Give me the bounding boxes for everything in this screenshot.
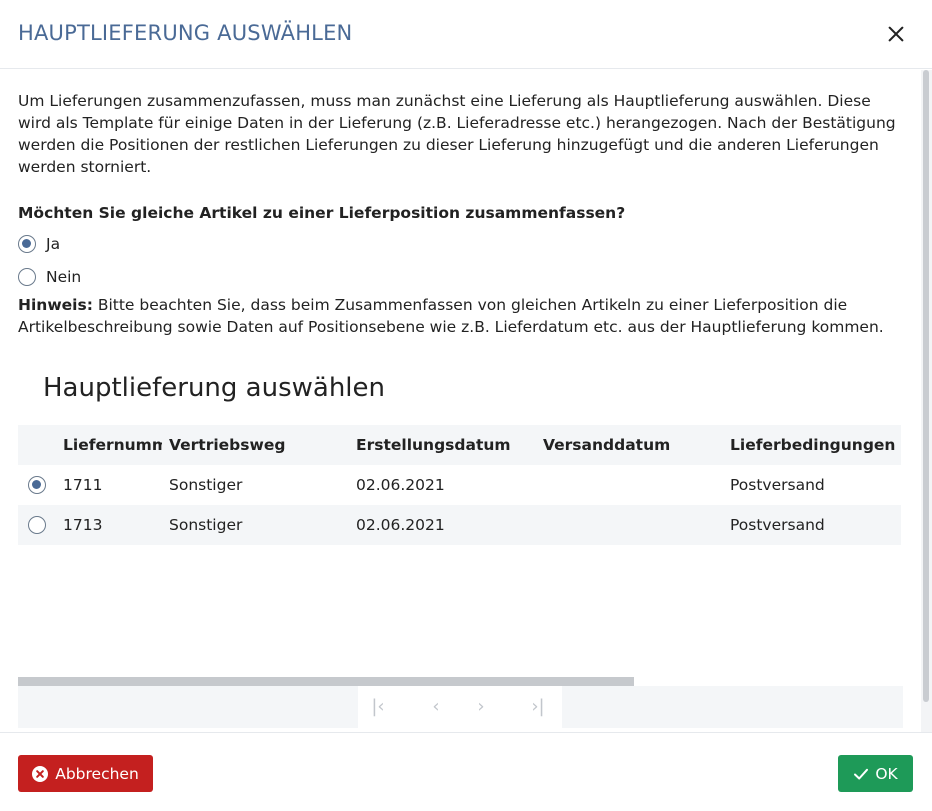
cancel-button-label: Abbrechen xyxy=(55,764,139,783)
dialog: HAUPTLIEFERUNG AUSWÄHLEN Um Lieferungen … xyxy=(0,0,932,811)
radio-label-nein: Nein xyxy=(46,268,82,286)
cell-lieferbedingungen: Postversand xyxy=(730,516,825,534)
cell-erstellungsdatum: 02.06.2021 xyxy=(356,476,445,494)
cell-versanddatum xyxy=(543,465,723,505)
header-erstellungsdatum[interactable]: Erstellungsdatum xyxy=(356,425,536,465)
next-page-icon[interactable]: › xyxy=(471,697,491,717)
intro-text: Um Lieferungen zusammenzufassen, muss ma… xyxy=(18,92,896,176)
hint-body: Bitte beachten Sie, dass beim Zusammenfa… xyxy=(18,296,884,336)
dialog-header: HAUPTLIEFERUNG AUSWÄHLEN xyxy=(0,0,932,69)
radio-option-nein[interactable]: Nein xyxy=(18,266,81,288)
delivery-table: Liefernumm Vertriebsweg Erstellungsdatum… xyxy=(18,425,901,545)
hint-text: Hinweis: Bitte beachten Sie, dass beim Z… xyxy=(18,294,908,338)
row-radio-button[interactable] xyxy=(28,476,46,494)
ok-button[interactable]: OK xyxy=(838,755,913,792)
radio-label-ja: Ja xyxy=(46,235,61,253)
check-icon xyxy=(854,768,869,779)
cell-vertriebsweg: Sonstiger xyxy=(169,476,243,494)
section-title: Hauptlieferung auswählen xyxy=(43,373,385,403)
hint-label: Hinweis: xyxy=(18,296,93,314)
horizontal-scrollbar[interactable] xyxy=(18,677,634,686)
pager: |‹ ‹ › ›| xyxy=(18,686,903,728)
cell-lieferbedingungen: Postversand xyxy=(730,476,825,494)
close-icon[interactable] xyxy=(884,22,908,46)
cell-versanddatum xyxy=(543,505,723,545)
pager-controls: |‹ ‹ › ›| xyxy=(358,686,562,728)
cell-erstellungsdatum: 02.06.2021 xyxy=(356,516,445,534)
header-vertriebsweg[interactable]: Vertriebsweg xyxy=(169,425,349,465)
header-versanddatum[interactable]: Versanddatum xyxy=(543,425,723,465)
vertical-scrollbar-thumb[interactable] xyxy=(923,70,929,702)
prev-page-icon[interactable]: ‹ xyxy=(426,697,446,717)
cancel-button[interactable]: Abbrechen xyxy=(18,755,153,792)
table-header: Liefernumm Vertriebsweg Erstellungsdatum… xyxy=(18,425,901,465)
dialog-title: HAUPTLIEFERUNG AUSWÄHLEN xyxy=(18,21,353,45)
header-liefernummer[interactable]: Liefernumm xyxy=(63,425,162,465)
cancel-icon xyxy=(32,765,49,782)
radio-option-ja[interactable]: Ja xyxy=(18,233,60,255)
merge-question: Möchten Sie gleiche Artikel zu einer Lie… xyxy=(18,204,626,222)
radio-button-nein[interactable] xyxy=(18,268,36,286)
last-page-icon[interactable]: ›| xyxy=(528,697,548,717)
cell-vertriebsweg: Sonstiger xyxy=(169,516,243,534)
table-row[interactable]: 1711 Sonstiger 02.06.2021 Postversand xyxy=(18,465,901,505)
header-lieferbedingungen[interactable]: Lieferbedingungen xyxy=(730,425,900,465)
cell-liefernummer: 1713 xyxy=(63,516,103,534)
radio-button-ja[interactable] xyxy=(18,235,36,253)
row-radio-button[interactable] xyxy=(28,516,46,534)
ok-button-label: OK xyxy=(875,764,898,783)
table-row[interactable]: 1713 Sonstiger 02.06.2021 Postversand xyxy=(18,505,901,545)
cell-liefernummer: 1711 xyxy=(63,476,103,494)
header-select xyxy=(18,425,58,465)
dialog-footer: Abbrechen OK xyxy=(0,732,932,811)
first-page-icon[interactable]: |‹ xyxy=(368,697,388,717)
